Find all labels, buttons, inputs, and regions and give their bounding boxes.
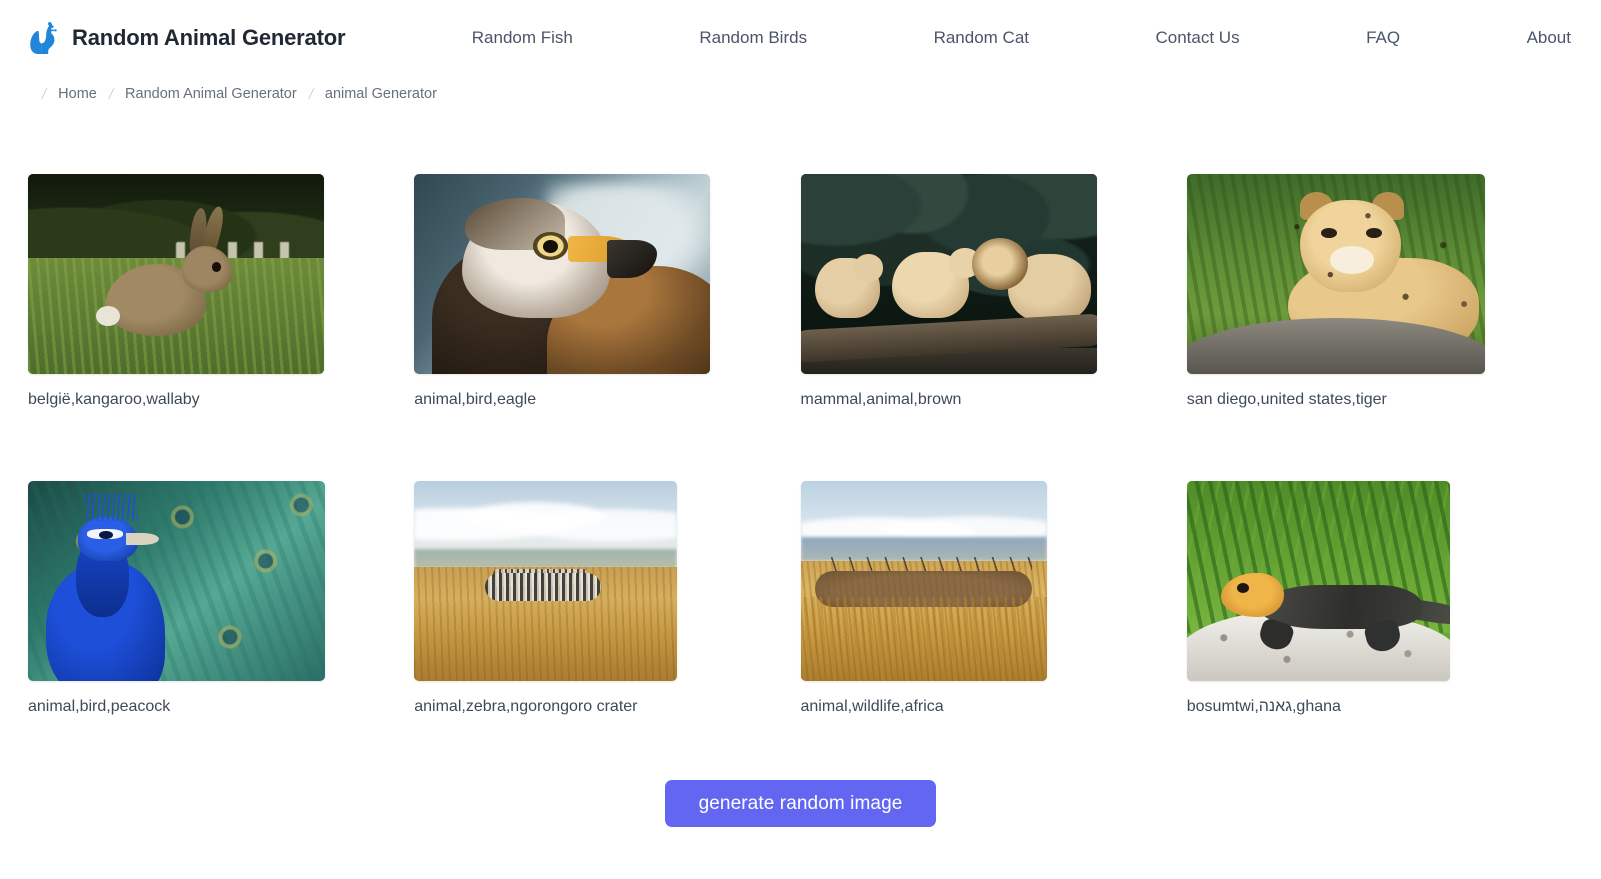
breadcrumb-item-home[interactable]: Home: [58, 86, 97, 102]
site-header: Random Animal Generator Random Fish Rand…: [0, 0, 1601, 76]
nav-item-contact-us[interactable]: Contact Us: [1155, 28, 1239, 48]
nav-item-random-birds[interactable]: Random Birds: [699, 28, 807, 48]
gallery-row-1: belgië,kangaroo,wallaby animal,bird,eagl…: [28, 174, 1573, 411]
image-caption: animal,zebra,ngorongoro crater: [414, 698, 638, 715]
image-caption: mammal,animal,brown: [800, 391, 962, 408]
squirrel-logo-icon: [28, 21, 58, 55]
generate-random-image-button[interactable]: generate random image: [664, 780, 937, 827]
generate-button-row: generate random image: [28, 780, 1573, 827]
nav-item-random-cat[interactable]: Random Cat: [934, 28, 1029, 48]
gallery-card[interactable]: animal,bird,eagle: [414, 174, 800, 411]
thumb-wrap: [1186, 481, 1573, 681]
thumb-wrap: [28, 481, 414, 681]
thumb-wrap: [1186, 174, 1573, 374]
breadcrumb-item-animal-generator: animal Generator: [324, 86, 437, 102]
main-nav: Random Fish Random Birds Random Cat Cont…: [345, 28, 1571, 48]
page-title: Random Animal Generator: [72, 25, 346, 50]
image-gallery: belgië,kangaroo,wallaby animal,bird,eagl…: [0, 112, 1601, 827]
gallery-card[interactable]: bosumtwi,גאנה,ghana: [1186, 481, 1573, 718]
breadcrumb-separator-0: /: [40, 85, 48, 103]
breadcrumb-item-random-animal-generator[interactable]: Random Animal Generator: [125, 86, 297, 102]
image-caption: bosumtwi,גאנה,ghana: [1186, 698, 1341, 715]
thumb-wrap: [28, 174, 414, 374]
nav-item-faq[interactable]: FAQ: [1366, 28, 1400, 48]
image-caption: san diego,united states,tiger: [1186, 391, 1387, 408]
nav-item-random-fish[interactable]: Random Fish: [472, 28, 573, 48]
gallery-card[interactable]: animal,wildlife,africa: [800, 481, 1187, 718]
gallery-card[interactable]: belgië,kangaroo,wallaby: [28, 174, 414, 411]
animal-image-rabbit[interactable]: [28, 174, 324, 374]
breadcrumb-separator-2: /: [306, 85, 315, 103]
animal-image-leopard[interactable]: [1186, 174, 1485, 374]
image-caption: animal,bird,eagle: [414, 391, 537, 408]
animal-image-peacock[interactable]: [28, 481, 325, 681]
thumb-wrap: [414, 481, 800, 681]
thumb-wrap: [414, 174, 800, 374]
gallery-card[interactable]: mammal,animal,brown: [800, 174, 1187, 411]
image-caption: animal,wildlife,africa: [800, 698, 944, 715]
nav-item-about[interactable]: About: [1527, 28, 1571, 48]
gallery-card[interactable]: san diego,united states,tiger: [1186, 174, 1573, 411]
gallery-card[interactable]: animal,bird,peacock: [28, 481, 414, 718]
gallery-card[interactable]: animal,zebra,ngorongoro crater: [414, 481, 800, 718]
animal-image-eagle[interactable]: [414, 174, 711, 374]
breadcrumb-separator-1: /: [107, 85, 115, 103]
gallery-row-2: animal,bird,peacock animal,zebra,ngorong…: [28, 481, 1573, 718]
animal-image-lizard[interactable]: [1186, 481, 1450, 681]
animal-image-lions[interactable]: [800, 174, 1097, 374]
image-caption: belgië,kangaroo,wallaby: [28, 391, 200, 408]
animal-image-zebras[interactable]: [414, 481, 678, 681]
thumb-wrap: [800, 174, 1187, 374]
animal-image-antelope[interactable]: [800, 481, 1047, 681]
brand[interactable]: Random Animal Generator: [28, 21, 346, 55]
breadcrumb: / Home / Random Animal Generator / anima…: [0, 76, 1601, 112]
image-caption: animal,bird,peacock: [28, 698, 171, 715]
thumb-wrap: [800, 481, 1187, 681]
